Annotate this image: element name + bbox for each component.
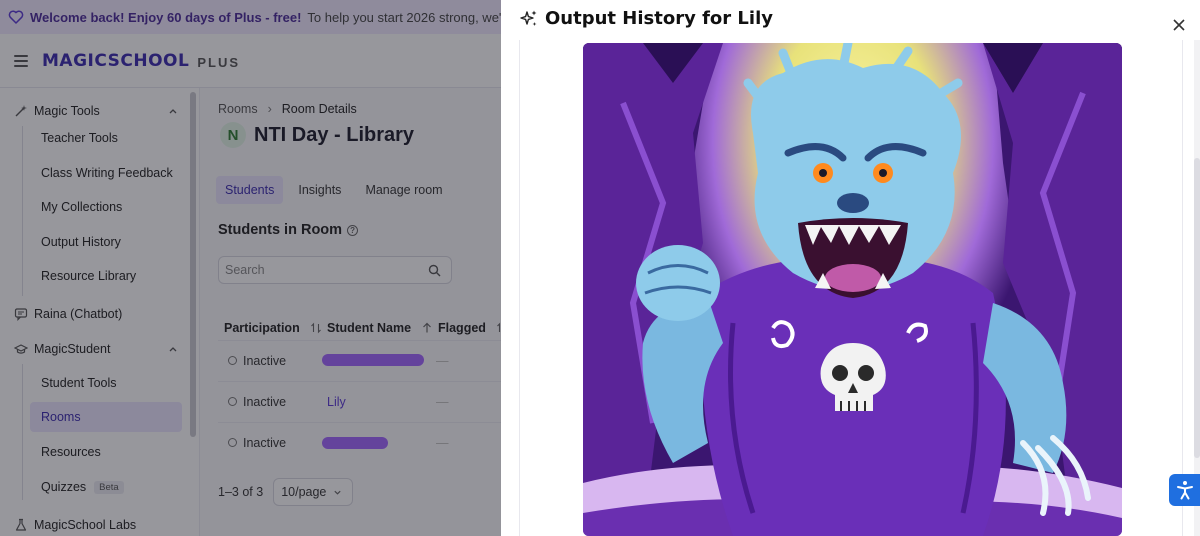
output-history-panel: Output History for Lily: [501, 0, 1200, 536]
panel-scrollbar[interactable]: [1194, 40, 1200, 536]
close-icon[interactable]: [1172, 18, 1186, 32]
modal-backdrop[interactable]: [0, 0, 501, 536]
scrollbar-thumb[interactable]: [1194, 158, 1200, 458]
accessibility-button[interactable]: [1169, 474, 1200, 506]
accessibility-icon: [1176, 480, 1194, 500]
generated-monster-image[interactable]: [583, 43, 1122, 536]
sparkle-icon: [519, 9, 539, 29]
panel-title: Output History for Lily: [545, 8, 773, 29]
panel-header: Output History for Lily: [519, 8, 773, 29]
